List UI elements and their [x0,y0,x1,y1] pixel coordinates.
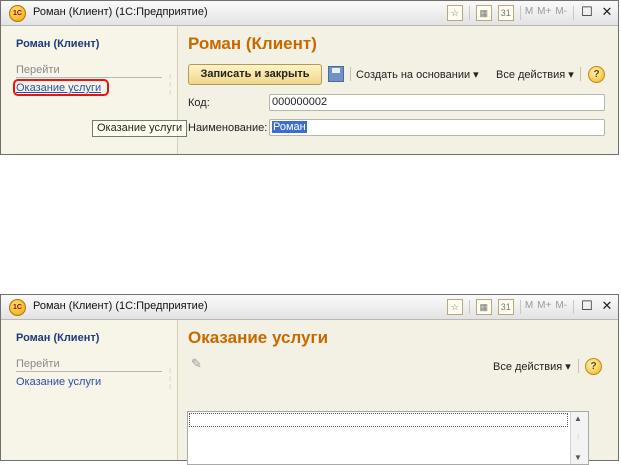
memory-m-button[interactable]: M [525,5,533,21]
title-bar: 1С Роман (Клиент) (1С:Предприятие) ☆ ▦ 3… [1,1,618,26]
code-value: 000000002 [272,96,328,108]
scroll-grip-icon[interactable]: ⁝ [577,434,579,442]
title-bar-tools: ☆ ▦ 31 M M+ M- ☐ ✕ [441,4,614,22]
window-title: Роман (Клиент) (1С:Предприятие) [33,6,208,18]
close-icon[interactable]: ✕ [600,299,614,315]
section-goto: Перейти [16,358,162,372]
save-and-close-button[interactable]: Записать и закрыть [188,64,322,85]
divider [573,300,574,314]
name-label: Наименование: [188,122,268,134]
calculator-icon[interactable]: ▦ [475,299,492,315]
name-value: Роман [272,121,307,133]
section-goto: Перейти [16,64,162,78]
form-area: Оказание услуги ✎ Все действия ▾ ? ▲ ⁝ ▼ [178,320,618,465]
memory-mminus-button[interactable]: M- [555,5,567,21]
vertical-scrollbar[interactable]: ▲ ⁝ ▼ [570,412,588,464]
title-bar-tools: ☆ ▦ 31 M M+ M- ☐ ✕ [441,298,614,316]
calendar-icon[interactable]: 31 [497,5,514,21]
help-icon[interactable]: ? [588,66,605,83]
divider [519,300,521,314]
divider [580,67,581,81]
close-icon[interactable]: ✕ [600,5,614,21]
link-service-provision[interactable]: Оказание услуги [16,376,101,388]
client-form-window: 1С Роман (Клиент) (1С:Предприятие) ☆ ▦ 3… [0,0,619,155]
favorites-icon[interactable]: ☆ [446,5,463,21]
save-icon[interactable] [328,66,344,82]
all-actions-menu[interactable]: Все действия ▾ [496,68,574,81]
form-area: Роман (Клиент) Записать и закрыть Создат… [178,26,618,154]
splitter-grip-icon[interactable]: ⁝ ⁝ ⁝ [169,74,171,98]
1c-logo-icon[interactable]: 1С [9,5,26,22]
help-icon[interactable]: ? [585,358,602,375]
divider [350,67,351,81]
splitter-grip-icon[interactable]: ⁝ ⁝ ⁝ [169,368,171,392]
memory-m-button[interactable]: M [525,299,533,315]
divider [468,300,470,314]
maximize-icon[interactable]: ☐ [580,5,594,21]
edit-pencil-icon[interactable]: ✎ [191,356,202,372]
navigation-panel: Роман (Клиент) Перейти Оказание услуги ⁝… [1,320,178,460]
title-bar: 1С Роман (Клиент) (1С:Предприятие) ☆ ▦ 3… [1,295,618,320]
panel-title: Роман (Клиент) [16,332,100,344]
scroll-up-icon[interactable]: ▲ [574,414,582,423]
calendar-icon[interactable]: 31 [497,299,514,315]
all-actions-menu[interactable]: Все действия ▾ [493,360,571,373]
divider [578,359,579,373]
maximize-icon[interactable]: ☐ [580,299,594,315]
memory-mminus-button[interactable]: M- [555,299,567,315]
code-field[interactable]: 000000002 [269,94,605,111]
form-title: Оказание услуги [188,328,329,347]
panel-title: Роман (Клиент) [16,38,100,50]
divider [573,6,574,20]
calculator-icon[interactable]: ▦ [475,5,492,21]
1c-logo-icon[interactable]: 1С [9,299,26,316]
divider [519,6,521,20]
code-label: Код: [188,97,210,109]
memory-mplus-button[interactable]: M+ [537,299,551,315]
highlight-frame [13,79,109,96]
service-table[interactable]: ▲ ⁝ ▼ [187,411,589,465]
favorites-icon[interactable]: ☆ [446,299,463,315]
window-title: Роман (Клиент) (1С:Предприятие) [33,300,208,312]
form-title: Роман (Клиент) [188,34,317,53]
name-field[interactable]: Роман [269,119,605,136]
create-based-on-menu[interactable]: Создать на основании ▾ [356,68,479,81]
tooltip: Оказание услуги [92,120,188,137]
service-list-window: 1С Роман (Клиент) (1С:Предприятие) ☆ ▦ 3… [0,294,619,465]
memory-mplus-button[interactable]: M+ [537,5,551,21]
divider [468,6,470,20]
table-row[interactable] [189,413,568,427]
